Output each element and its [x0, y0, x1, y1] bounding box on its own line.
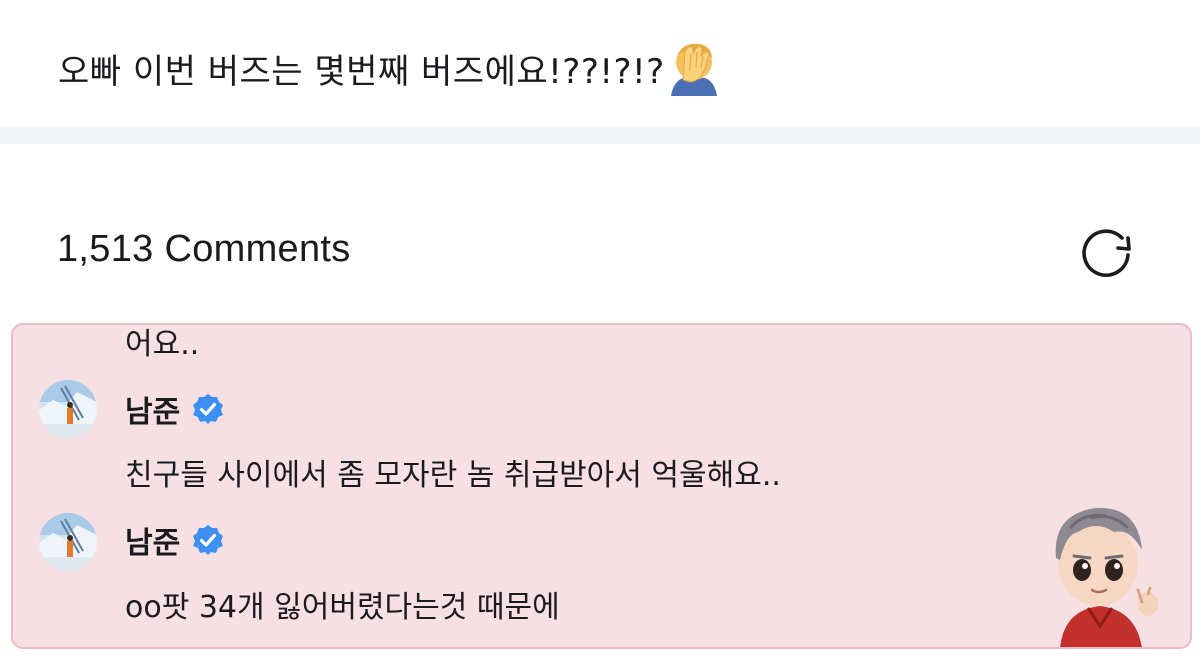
- face-palm-emoji: [670, 43, 717, 96]
- avatar-image: [39, 380, 97, 438]
- post-message-text: 오빠 이번 버즈는 몇번째 버즈에요!??!?!?: [58, 51, 665, 92]
- comment-thread-panel[interactable]: 어요.. 남준 친구들 사이에서 좀 모자란 놈 취급받아서 억울해요.. 남준…: [11, 323, 1192, 649]
- refresh-button[interactable]: [1076, 224, 1136, 280]
- author-name[interactable]: 남준: [125, 387, 180, 431]
- verified-badge-icon: [193, 525, 224, 555]
- truncated-comment-text: 어요..: [125, 327, 200, 362]
- comment-text: oo팟 34개 잃어버렸다는것 때문에: [125, 590, 560, 625]
- section-divider: [0, 127, 1200, 144]
- comments-count-heading: 1,513 Comments: [57, 228, 351, 270]
- post-message: 오빠 이번 버즈는 몇번째 버즈에요!??!?!?: [58, 40, 719, 96]
- comment-author-row: 남준: [125, 387, 224, 431]
- character-sticker-icon: [1055, 507, 1158, 647]
- avatar[interactable]: [39, 380, 97, 438]
- verified-badge-icon: [193, 394, 224, 424]
- refresh-icon: [1082, 229, 1131, 277]
- comment-author-row: 남준: [125, 518, 224, 562]
- comment-text: 친구들 사이에서 좀 모자란 놈 취급받아서 억울해요..: [125, 458, 781, 493]
- avatar-image: [39, 513, 97, 571]
- avatar[interactable]: [39, 513, 97, 571]
- author-name[interactable]: 남준: [125, 518, 180, 562]
